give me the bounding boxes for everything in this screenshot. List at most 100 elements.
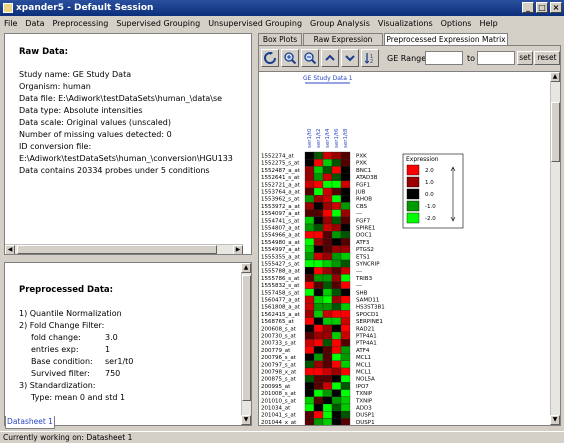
heatmap-cell [340, 187, 351, 196]
heatmap-cell [340, 396, 351, 405]
reset-button[interactable]: reset [534, 51, 560, 65]
gene-symbol-label: SYNCRIP [356, 262, 380, 268]
probe-id-label: 200797_s_at [261, 362, 297, 368]
heatmap-cell [322, 382, 333, 390]
menu-file[interactable]: File [0, 19, 21, 28]
heatmap-cell [331, 173, 342, 181]
menu-options[interactable]: Options [437, 19, 476, 28]
sort-button[interactable]: 12 [361, 49, 379, 67]
heatmap-cell [322, 396, 333, 405]
gene-symbol-label: SERPINE1 [356, 319, 383, 325]
scroll-right-icon[interactable]: ▶ [233, 245, 243, 254]
probe-id-label: 1554966_a_at [261, 233, 301, 239]
probe-id-label: 1555786_s_at [261, 276, 300, 282]
heatmap-cell [322, 245, 333, 253]
probe-id-label: 1557458_s_at [261, 290, 300, 296]
legend-label: 1.0 [425, 180, 434, 186]
raw-info-line: Study name: GE Study Data [19, 70, 132, 79]
heatmap-cell [331, 310, 342, 318]
zoom-in-button[interactable] [281, 49, 299, 67]
heatmap-cell [304, 245, 315, 253]
heatmap-cell [340, 317, 351, 325]
raw-info-line: Data scale: Original values (unscaled) [19, 118, 171, 127]
heatmap-cell [340, 281, 351, 289]
prep-info-line: 3) Standardization: [19, 381, 96, 390]
scroll-down-icon[interactable]: ▼ [550, 415, 560, 425]
probe-id-label: 1553972_a_at [261, 204, 301, 210]
prep-info-line: fold change: [31, 333, 81, 342]
datasheet-tab[interactable]: Datasheet 1 [5, 416, 55, 429]
heatmap-cell [304, 353, 315, 361]
matrix-vscroll-thumb[interactable] [551, 102, 560, 162]
heatmap-cell [313, 346, 324, 354]
maximize-button[interactable]: □ [536, 2, 548, 13]
prep-vscroll-thumb[interactable] [242, 275, 251, 401]
probe-id-label: 1555427_s_at [261, 262, 300, 268]
raw-horizontal-scrollbar[interactable]: ◀ ▶ [5, 244, 243, 254]
condition-label: ser1/t8 [343, 128, 349, 148]
prep-info-value: 3.0 [105, 333, 118, 342]
menu-unsupervised-grouping[interactable]: Unsupervised Grouping [204, 19, 306, 28]
scroll-down-icon[interactable]: ▼ [241, 415, 251, 425]
scroll-up-icon[interactable]: ▲ [241, 263, 251, 273]
menu-help[interactable]: Help [475, 19, 501, 28]
menu-data[interactable]: Data [21, 19, 48, 28]
gene-symbol-label: PTP4A1 [356, 334, 377, 340]
probe-id-label: 200733_s_at [261, 341, 297, 347]
close-button[interactable]: × [550, 2, 562, 13]
prep-vertical-scrollbar[interactable]: ▲ ▼ [241, 263, 251, 425]
probe-id-label: 1554807_a_at [261, 226, 301, 232]
heatmap-cell [340, 295, 351, 304]
gene-symbol-label: SHB [356, 290, 368, 296]
probe-id-label: 1552487_a_at [261, 168, 301, 174]
raw-data-panel: Raw Data: Study name: GE Study Data Orga… [4, 33, 252, 255]
menu-visualizations[interactable]: Visualizations [374, 19, 437, 28]
zoom-out-button[interactable] [301, 49, 319, 67]
heatmap-cell [322, 209, 333, 217]
heatmap-cell [340, 245, 351, 253]
gene-symbol-label: --- [356, 211, 362, 217]
window-title: xpander5 - Default Session [16, 3, 154, 13]
heatmap-cell [313, 324, 324, 333]
heatmap-cell [331, 295, 342, 304]
scroll-down-button[interactable] [341, 49, 359, 67]
raw-info-line: Number of missing values detected: 0 [19, 130, 172, 139]
heatmap-cell [304, 223, 315, 232]
scroll-left-icon[interactable]: ◀ [5, 245, 15, 254]
gene-symbol-label: MCL1 [356, 362, 371, 368]
heatmap-cell [313, 331, 324, 340]
gene-symbol-label: --- [356, 269, 362, 275]
raw-hscroll-thumb[interactable] [17, 245, 217, 254]
set-button[interactable]: set [517, 51, 533, 65]
scroll-up-icon[interactable]: ▲ [550, 72, 560, 82]
refresh-button[interactable] [261, 49, 279, 67]
gene-symbol-label: PTGS2 [356, 247, 374, 253]
legend-swatch [406, 200, 420, 212]
heatmap-cell [331, 418, 342, 426]
heatmap-cell [331, 209, 342, 217]
menu-group-analysis[interactable]: Group Analysis [306, 19, 374, 28]
ge-range-from-input[interactable] [425, 51, 463, 65]
heatmap-cell [304, 396, 315, 405]
heatmap-cell [304, 166, 315, 174]
tab-raw-expression-matrix[interactable]: Raw Expression Matrix [303, 33, 383, 55]
heatmap-cell [304, 375, 315, 383]
gene-symbol-label: PXK [356, 154, 367, 160]
heatmap-cell [331, 317, 342, 325]
heatmap-cell [322, 353, 333, 361]
menu-preprocessing[interactable]: Preprocessing [49, 19, 113, 28]
heatmap-cell [322, 151, 333, 160]
heatmap-cell [322, 231, 333, 239]
minimize-button[interactable]: _ [522, 2, 534, 13]
heatmap-cell [331, 259, 342, 268]
gene-symbol-label: RAD21 [356, 326, 375, 332]
matrix-vertical-scrollbar[interactable]: ▲ ▼ [550, 72, 560, 425]
heatmap-cell [322, 288, 333, 297]
gene-symbol-label: FGF1 [356, 182, 370, 188]
ge-range-to-input[interactable] [477, 51, 515, 65]
heatmap-cell [304, 281, 315, 289]
scroll-up-button[interactable] [321, 49, 339, 67]
menu-supervised-grouping[interactable]: Supervised Grouping [112, 19, 204, 28]
heatmap-cell [313, 303, 324, 311]
tab-box-plots[interactable]: Box Plots [258, 33, 302, 45]
